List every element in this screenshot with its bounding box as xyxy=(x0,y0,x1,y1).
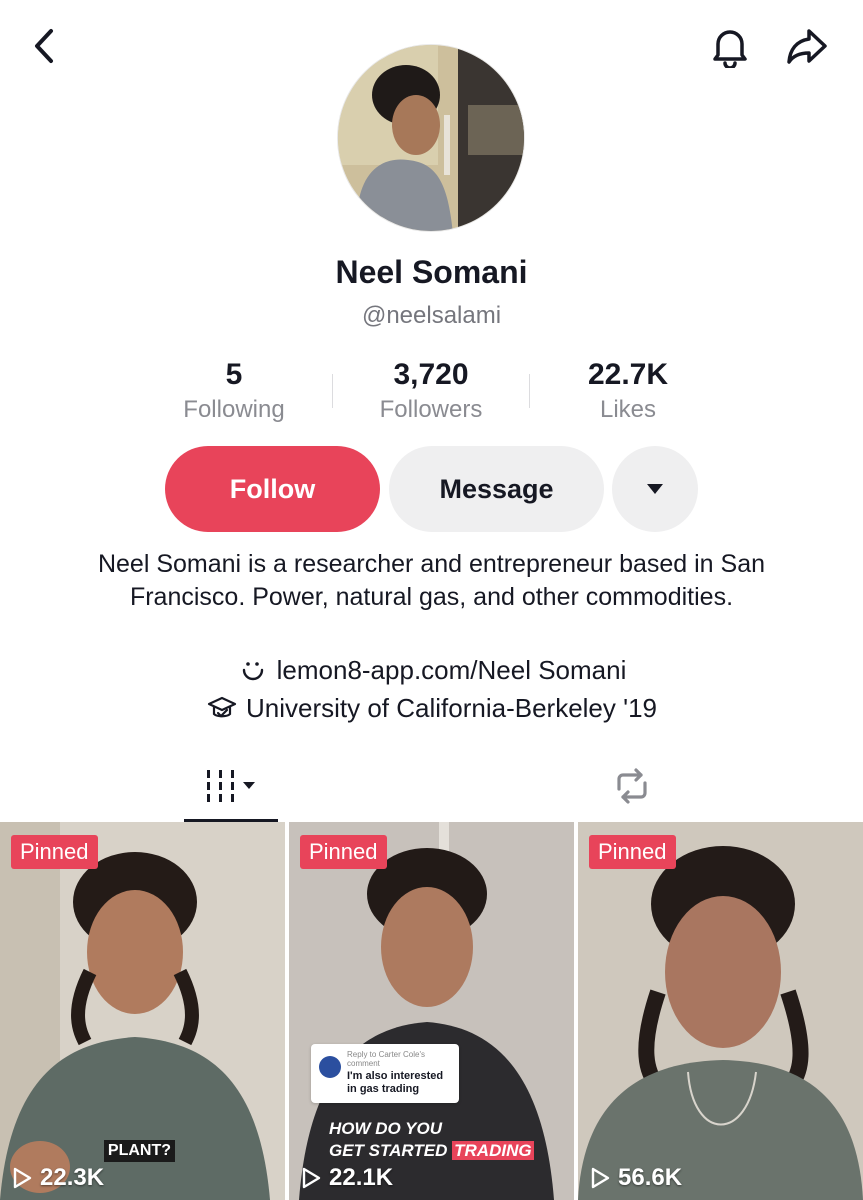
reply-header: Reply to Carter Cole's comment xyxy=(347,1050,425,1068)
username-handle: @neelsalami xyxy=(361,302,502,329)
suggested-accounts-button[interactable] xyxy=(612,446,698,532)
view-count: 56.6K xyxy=(590,1164,682,1192)
likes-stat[interactable]: 22.7K Likes xyxy=(530,358,726,428)
display-name: Neel Somani xyxy=(335,254,528,290)
video-caption: PLANT? xyxy=(103,1140,175,1162)
view-count-text: 22.1K xyxy=(329,1164,394,1191)
likes-count: 22.7K xyxy=(587,358,669,391)
pinned-badge: Pinned xyxy=(300,835,387,869)
view-count-text: 22.3K xyxy=(40,1164,105,1191)
likes-label: Likes xyxy=(599,396,657,423)
pinned-badge: Pinned xyxy=(589,835,676,869)
caption-highlight: TRADING xyxy=(452,1141,534,1160)
bio-text: Neel Somani is a researcher and entrepre… xyxy=(97,550,766,611)
followers-stat[interactable]: 3,720 Followers xyxy=(333,358,529,428)
graduation-cap-icon xyxy=(206,692,238,724)
education-row[interactable]: University of California-Berkeley '19 xyxy=(0,692,863,724)
notification-bell-button[interactable] xyxy=(700,16,760,76)
bio-link-text: lemon8-app.com/Neel Somani xyxy=(276,654,627,685)
caption-line-1: HOW DO YOU xyxy=(329,1119,443,1138)
view-count: 22.1K xyxy=(301,1164,393,1192)
video-thumbnail[interactable]: Pinned 56.6K xyxy=(578,822,863,1200)
view-count-text: 56.6K xyxy=(618,1164,683,1191)
followers-count: 3,720 xyxy=(393,358,469,391)
video-caption: HOW DO YOU GET STARTED TRADING xyxy=(329,1118,534,1162)
following-stat[interactable]: 5 Following xyxy=(136,358,332,428)
bio-link[interactable]: lemon8-app.com/Neel Somani xyxy=(0,654,863,686)
pinned-badge: Pinned xyxy=(11,835,98,869)
share-arrow-icon xyxy=(787,29,827,64)
reply-comment-card: Reply to Carter Cole's comment I'm also … xyxy=(311,1044,459,1103)
chevron-left-icon xyxy=(35,29,53,63)
following-label: Following xyxy=(183,396,285,423)
share-button[interactable] xyxy=(777,16,837,76)
caption-line-2a: GET STARTED xyxy=(329,1141,448,1160)
education-text: University of California-Berkeley '19 xyxy=(245,692,657,723)
followers-label: Followers xyxy=(379,396,483,423)
following-count: 5 xyxy=(225,358,243,391)
message-button[interactable]: Message xyxy=(389,446,604,532)
reply-text: I'm also interested in gas trading xyxy=(347,1070,444,1095)
play-icon xyxy=(302,1167,321,1189)
video-grid: Pinned PLANT? 22.3K Pinned Reply to Cart… xyxy=(0,822,863,1200)
video-thumbnail[interactable]: Pinned Reply to Carter Cole's comment I'… xyxy=(289,822,574,1200)
play-icon xyxy=(591,1167,610,1189)
videos-grid-icon xyxy=(207,770,255,802)
commenter-avatar xyxy=(319,1056,341,1078)
play-icon xyxy=(13,1167,32,1189)
follow-button[interactable]: Follow xyxy=(165,446,380,532)
reposts-icon xyxy=(617,768,647,804)
stats-row: 5 Following 3,720 Followers 22.7K Likes xyxy=(136,358,726,428)
profile-tabs xyxy=(0,750,863,822)
video-thumbnail[interactable]: Pinned PLANT? 22.3K xyxy=(0,822,285,1200)
profile-avatar[interactable] xyxy=(337,44,525,232)
tab-reposts[interactable] xyxy=(590,750,674,822)
lemon8-smile-icon xyxy=(237,654,269,686)
back-button[interactable] xyxy=(14,16,74,76)
caret-down-icon xyxy=(647,484,663,494)
view-count: 22.3K xyxy=(12,1164,104,1192)
action-buttons: Follow Message xyxy=(0,446,863,532)
bell-icon xyxy=(713,30,747,68)
tab-videos[interactable] xyxy=(184,750,278,822)
